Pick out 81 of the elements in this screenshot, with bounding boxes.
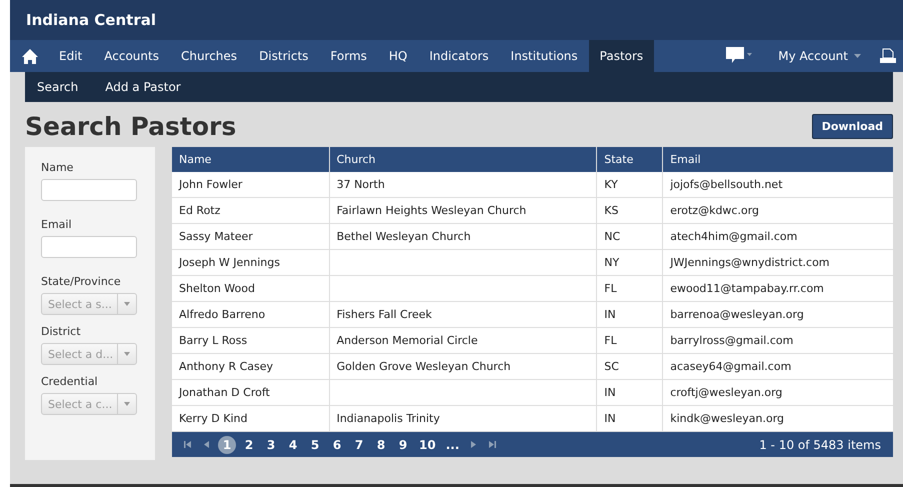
table-cell: FL <box>596 328 663 354</box>
table-cell: Golden Grove Wesleyan Church <box>329 354 597 380</box>
nav-tab[interactable]: Forms <box>319 40 378 72</box>
subnav-link[interactable]: Search <box>37 80 78 94</box>
previous-page-icon[interactable] <box>203 441 210 448</box>
field-label: State/Province <box>41 275 122 288</box>
page-button[interactable]: 10 <box>416 436 439 454</box>
page-button[interactable]: 9 <box>394 436 412 454</box>
table-cell: JWJennings@wnydistrict.com <box>662 250 893 276</box>
last-page-icon[interactable] <box>489 441 496 448</box>
table-cell: Alfredo Barreno <box>172 302 330 328</box>
caret-icon <box>124 302 130 306</box>
table-cell: NY <box>596 250 663 276</box>
account-menu[interactable]: My Account <box>766 40 873 72</box>
nav-tab[interactable]: Institutions <box>500 40 589 72</box>
table-cell: IN <box>596 302 663 328</box>
nav-tab[interactable]: Churches <box>170 40 248 72</box>
first-page-icon[interactable] <box>184 441 191 448</box>
field-label: District <box>41 325 82 338</box>
page-button[interactable]: 6 <box>328 436 346 454</box>
page-button[interactable]: 8 <box>372 436 390 454</box>
table-cell: croftj@wesleyan.org <box>662 380 893 406</box>
page-button[interactable]: 5 <box>306 436 324 454</box>
nav-tab[interactable]: HQ <box>378 40 418 72</box>
page-title: Search Pastors <box>25 112 236 141</box>
table-cell: Barry L Ross <box>172 328 330 354</box>
nav-tab[interactable]: Districts <box>248 40 320 72</box>
field-label: Name <box>41 161 74 174</box>
table-cell: ewood11@tampabay.rr.com <box>662 276 893 302</box>
caret-icon <box>124 352 130 356</box>
table-cell: NC <box>596 224 663 250</box>
download-button[interactable]: Download <box>812 114 893 139</box>
column-header[interactable]: Name <box>172 147 330 172</box>
table-cell: jojofs@bellsouth.net <box>662 172 893 198</box>
page-button[interactable]: 3 <box>262 436 280 454</box>
table-cell: Bethel Wesleyan Church <box>329 224 597 250</box>
input-field[interactable] <box>41 179 137 201</box>
table-cell: John Fowler <box>172 172 330 198</box>
table-cell: KY <box>596 172 663 198</box>
table-cell: Jonathan D Croft <box>172 380 330 406</box>
table-cell: erotz@kdwc.org <box>662 198 893 224</box>
caret-icon <box>854 54 861 58</box>
page-button[interactable]: 4 <box>284 436 302 454</box>
table-cell: Anderson Memorial Circle <box>329 328 597 354</box>
site-title: Indiana Central <box>26 11 156 29</box>
table-cell: Joseph W Jennings <box>172 250 330 276</box>
table-cell: Fairlawn Heights Wesleyan Church <box>329 198 597 224</box>
table-cell: IN <box>596 380 663 406</box>
table-cell: atech4him@gmail.com <box>662 224 893 250</box>
column-header[interactable]: Church <box>329 147 597 172</box>
subnav-link[interactable]: Add a Pastor <box>105 80 181 94</box>
input-field[interactable] <box>41 236 137 258</box>
table-cell: Ed Rotz <box>172 198 330 224</box>
field-label: Email <box>41 218 73 231</box>
page-button[interactable]: ... <box>442 436 462 454</box>
table-cell: acasey64@gmail.com <box>662 354 893 380</box>
nav-tab[interactable]: Accounts <box>93 40 170 72</box>
caret-icon <box>124 402 130 406</box>
table-cell: barrenoa@wesleyan.org <box>662 302 893 328</box>
table-cell: Anthony R Casey <box>172 354 330 380</box>
next-page-icon[interactable] <box>470 441 478 448</box>
page-button[interactable]: 2 <box>240 436 258 454</box>
printer-icon[interactable] <box>879 48 897 64</box>
chat-icon[interactable] <box>726 47 752 65</box>
column-header[interactable]: Email <box>662 147 893 172</box>
table-cell: Shelton Wood <box>172 276 330 302</box>
item-count: 1 - 10 of 5483 items <box>759 438 882 452</box>
nav-tab[interactable]: Edit <box>48 40 94 72</box>
column-header[interactable]: State <box>596 147 663 172</box>
table-cell: FL <box>596 276 663 302</box>
table-cell: barrylross@gmail.com <box>662 328 893 354</box>
page-button[interactable]: 7 <box>350 436 368 454</box>
table-cell: SC <box>596 354 663 380</box>
table-cell: 37 North <box>329 172 597 198</box>
table-cell: Fishers Fall Creek <box>329 302 597 328</box>
home-icon[interactable] <box>22 48 38 64</box>
nav-tab[interactable]: Indicators <box>418 40 500 72</box>
table-cell: Sassy Mateer <box>172 224 330 250</box>
table-cell: KS <box>596 198 663 224</box>
nav-tab[interactable]: Pastors <box>588 40 654 72</box>
field-label: Credential <box>41 375 99 388</box>
